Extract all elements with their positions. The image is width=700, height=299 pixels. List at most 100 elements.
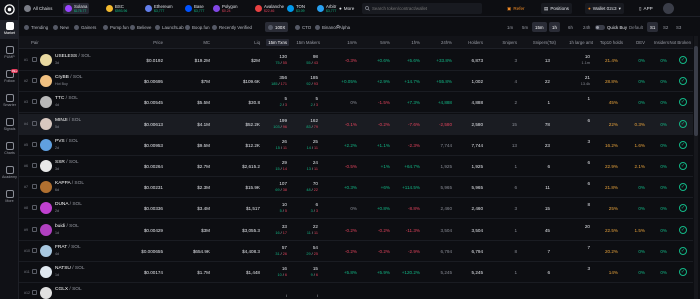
quick-buy-toggle[interactable] [595, 24, 605, 30]
col-txns[interactable]: 15m Txns [266, 39, 289, 46]
token-name[interactable]: KAPPA / SOL [55, 181, 84, 186]
tab-cto[interactable]: CTO [292, 22, 314, 32]
token-name[interactable]: DUNA / SOL [55, 202, 82, 207]
sidebar-item-pump[interactable]: PUMP [0, 44, 19, 63]
chain-solana[interactable]: Solana $175.77 [63, 3, 90, 14]
wallet-button[interactable]: ● Wallet 02c3 ▾ [585, 3, 624, 14]
chain-ton[interactable]: TON $3.09 [285, 3, 307, 14]
tab-recently-verified[interactable]: Recently Verified [209, 22, 255, 32]
favorite-star-icon[interactable] [32, 269, 37, 274]
table-row[interactable]: #10 FRAT / SOL 4d $0.000655 $654.9K $4,408.3 5… [19, 241, 693, 262]
positions-button[interactable]: ▤ Positions [541, 3, 572, 14]
col-price[interactable]: Price [153, 40, 163, 45]
favorite-star-icon[interactable] [32, 247, 37, 253]
chain-base[interactable]: Base $3,777 [183, 3, 206, 14]
timeframe-15m[interactable]: 15m [532, 22, 547, 32]
col-top10[interactable]: Top10 holds [600, 40, 623, 45]
app-logo-icon[interactable] [4, 4, 15, 15]
chain-polygon[interactable]: Polygon $0.24 [211, 3, 240, 14]
col-snipers[interactable]: Snipers [502, 40, 517, 45]
token-name[interactable]: FRAT / SOL [55, 245, 81, 250]
preset-s2[interactable]: S2 [660, 22, 671, 32]
search-input[interactable] [372, 6, 477, 11]
col-not-broken[interactable]: Not Broken [670, 40, 692, 45]
sidebar-item-academy[interactable]: Academy [0, 164, 19, 183]
favorite-star-icon[interactable] [32, 163, 37, 168]
token-name[interactable]: SSR / SOL [55, 160, 78, 165]
token-name[interactable]: NATSU / SOL [55, 266, 85, 271]
table-row[interactable]: #5 PVS / SOL 2d $0.00953 $9.5M $12.2K 26 15 / 1… [19, 135, 693, 156]
col-1m[interactable]: 1m% [347, 40, 357, 45]
col-dev[interactable]: DEV [636, 40, 645, 45]
tab-believe[interactable]: Believe [127, 22, 154, 32]
col-snipers-total[interactable]: Snipers(Tot) [533, 40, 556, 45]
table-row[interactable]: #12 CGLX / SOL / / [19, 283, 693, 299]
col-5m[interactable]: 5m% [380, 40, 390, 45]
chain-avalanche[interactable]: Avalanche $22.46 [253, 3, 286, 14]
table-row[interactable]: #8 DUNA / SOL 2d $0.00336 $3.4M $1,517 10 5 / 5… [19, 198, 693, 220]
preset-s1[interactable]: S1 [647, 22, 659, 32]
timeframe-5m[interactable]: 5m [519, 22, 531, 32]
timeframe-1h[interactable]: 1h [549, 22, 560, 32]
preset-s3[interactable]: S3 [673, 22, 684, 32]
table-row[interactable]: #3 TTC / SOL 4d $0.00545 $5.5M $30.8 5 2 / 352 … [19, 92, 693, 114]
tab-100x[interactable]: 100X [265, 22, 289, 32]
scrollbar-thumb[interactable] [694, 46, 698, 136]
table-row[interactable]: #9 buidi / SOL 1d $0.00429 $3M $3,055.3 33 16 /… [19, 220, 693, 241]
timeframe-1m[interactable]: 1m [504, 22, 516, 32]
app-button[interactable]: ▯ APP [636, 3, 656, 14]
settings-button[interactable]: ⚙ [333, 22, 343, 32]
avatar[interactable] [663, 3, 674, 14]
tab-gainers[interactable]: Gainers [71, 22, 99, 32]
table-row[interactable]: #7 KAPPA / SOL 6d $0.00231 $2.3M $15.9K 107 69 … [19, 177, 693, 199]
sidebar-item-market[interactable]: Market [0, 20, 19, 39]
sidebar-item-more[interactable]: More [0, 188, 19, 207]
favorite-star-icon[interactable] [32, 226, 37, 232]
col-1h[interactable]: 1h% [411, 40, 420, 45]
col-holders[interactable]: Holders [468, 40, 483, 45]
tab-trending[interactable]: Trending [21, 22, 51, 32]
chain-ethereum[interactable]: Ethereum $3,777 [143, 3, 175, 14]
favorite-star-icon[interactable] [32, 120, 37, 126]
sidebar-item-smarter[interactable]: Smarter [0, 92, 19, 111]
token-name[interactable]: TTC / SOL [55, 96, 78, 101]
timeframe-6h[interactable]: 6h [565, 22, 576, 32]
token-name[interactable]: CGLX / SOL [55, 287, 82, 292]
sidebar-item-signals[interactable]: Signals [0, 116, 19, 135]
sidebar-item-follow[interactable]: Follow 99+ [0, 68, 19, 87]
tab-boop-fun[interactable]: Boop.fun [182, 22, 213, 32]
col-large-amount[interactable]: 1h large amt [569, 40, 593, 45]
table-row[interactable]: #1 USELESS / SOL 3d $0.0192 $19.2M $2M 130 75 /… [19, 50, 693, 71]
token-name[interactable]: PVS / SOL [55, 139, 78, 144]
token-name[interactable]: MINJI / SOL [55, 118, 81, 123]
search-box[interactable] [362, 3, 482, 14]
favorite-star-icon[interactable] [32, 57, 37, 62]
favorite-star-icon[interactable] [32, 205, 37, 211]
favorite-star-icon[interactable] [32, 141, 37, 147]
table-row[interactable]: #6 SSR / SOL 3d $0.00264 $2.7M $2,615.2 29 15 /… [19, 156, 693, 177]
token-name[interactable]: CryBB / SOL [55, 75, 82, 80]
timeframe-24h[interactable]: 24h [580, 22, 593, 32]
col-mc[interactable]: MC [203, 40, 210, 45]
favorite-star-icon[interactable] [32, 99, 37, 105]
col-liq[interactable]: Liq [254, 40, 260, 45]
table-row[interactable]: #2 CryBB / SOL Hot Buy $0.00695 $7M $109.6K 35… [19, 71, 693, 93]
favorite-star-icon[interactable] [32, 290, 37, 296]
table-row[interactable]: #4 MINJI / SOL 5d $0.00613 $4.1M $52.2K 199 103… [19, 113, 693, 135]
chain-all-chains[interactable]: All Chains [22, 3, 54, 14]
col-pair[interactable]: Pair [31, 40, 39, 45]
chain-bsc[interactable]: BSC $593.96 [104, 3, 129, 14]
favorite-star-icon[interactable] [32, 184, 37, 190]
quick-buy[interactable]: Quick Buy Default [595, 22, 643, 32]
refer-button[interactable]: ▣ Refer [504, 3, 528, 14]
token-name[interactable]: USELESS / SOL [55, 54, 91, 59]
col-24h[interactable]: 24h% [441, 40, 452, 45]
col-insiders[interactable]: Insiders [654, 40, 669, 45]
tab-new[interactable]: New [50, 22, 72, 32]
col-makers[interactable]: 15m Makers [296, 40, 320, 45]
sidebar-item-charts[interactable]: Charts [0, 140, 19, 159]
more-chains-button[interactable]: ● More [339, 3, 354, 14]
favorite-star-icon[interactable] [32, 78, 37, 84]
table-row[interactable]: #11 NATSU / SOL 1d $0.00174 $1.7M $1,448 16 10 … [19, 262, 693, 283]
token-name[interactable]: buidi / SOL [55, 224, 79, 229]
